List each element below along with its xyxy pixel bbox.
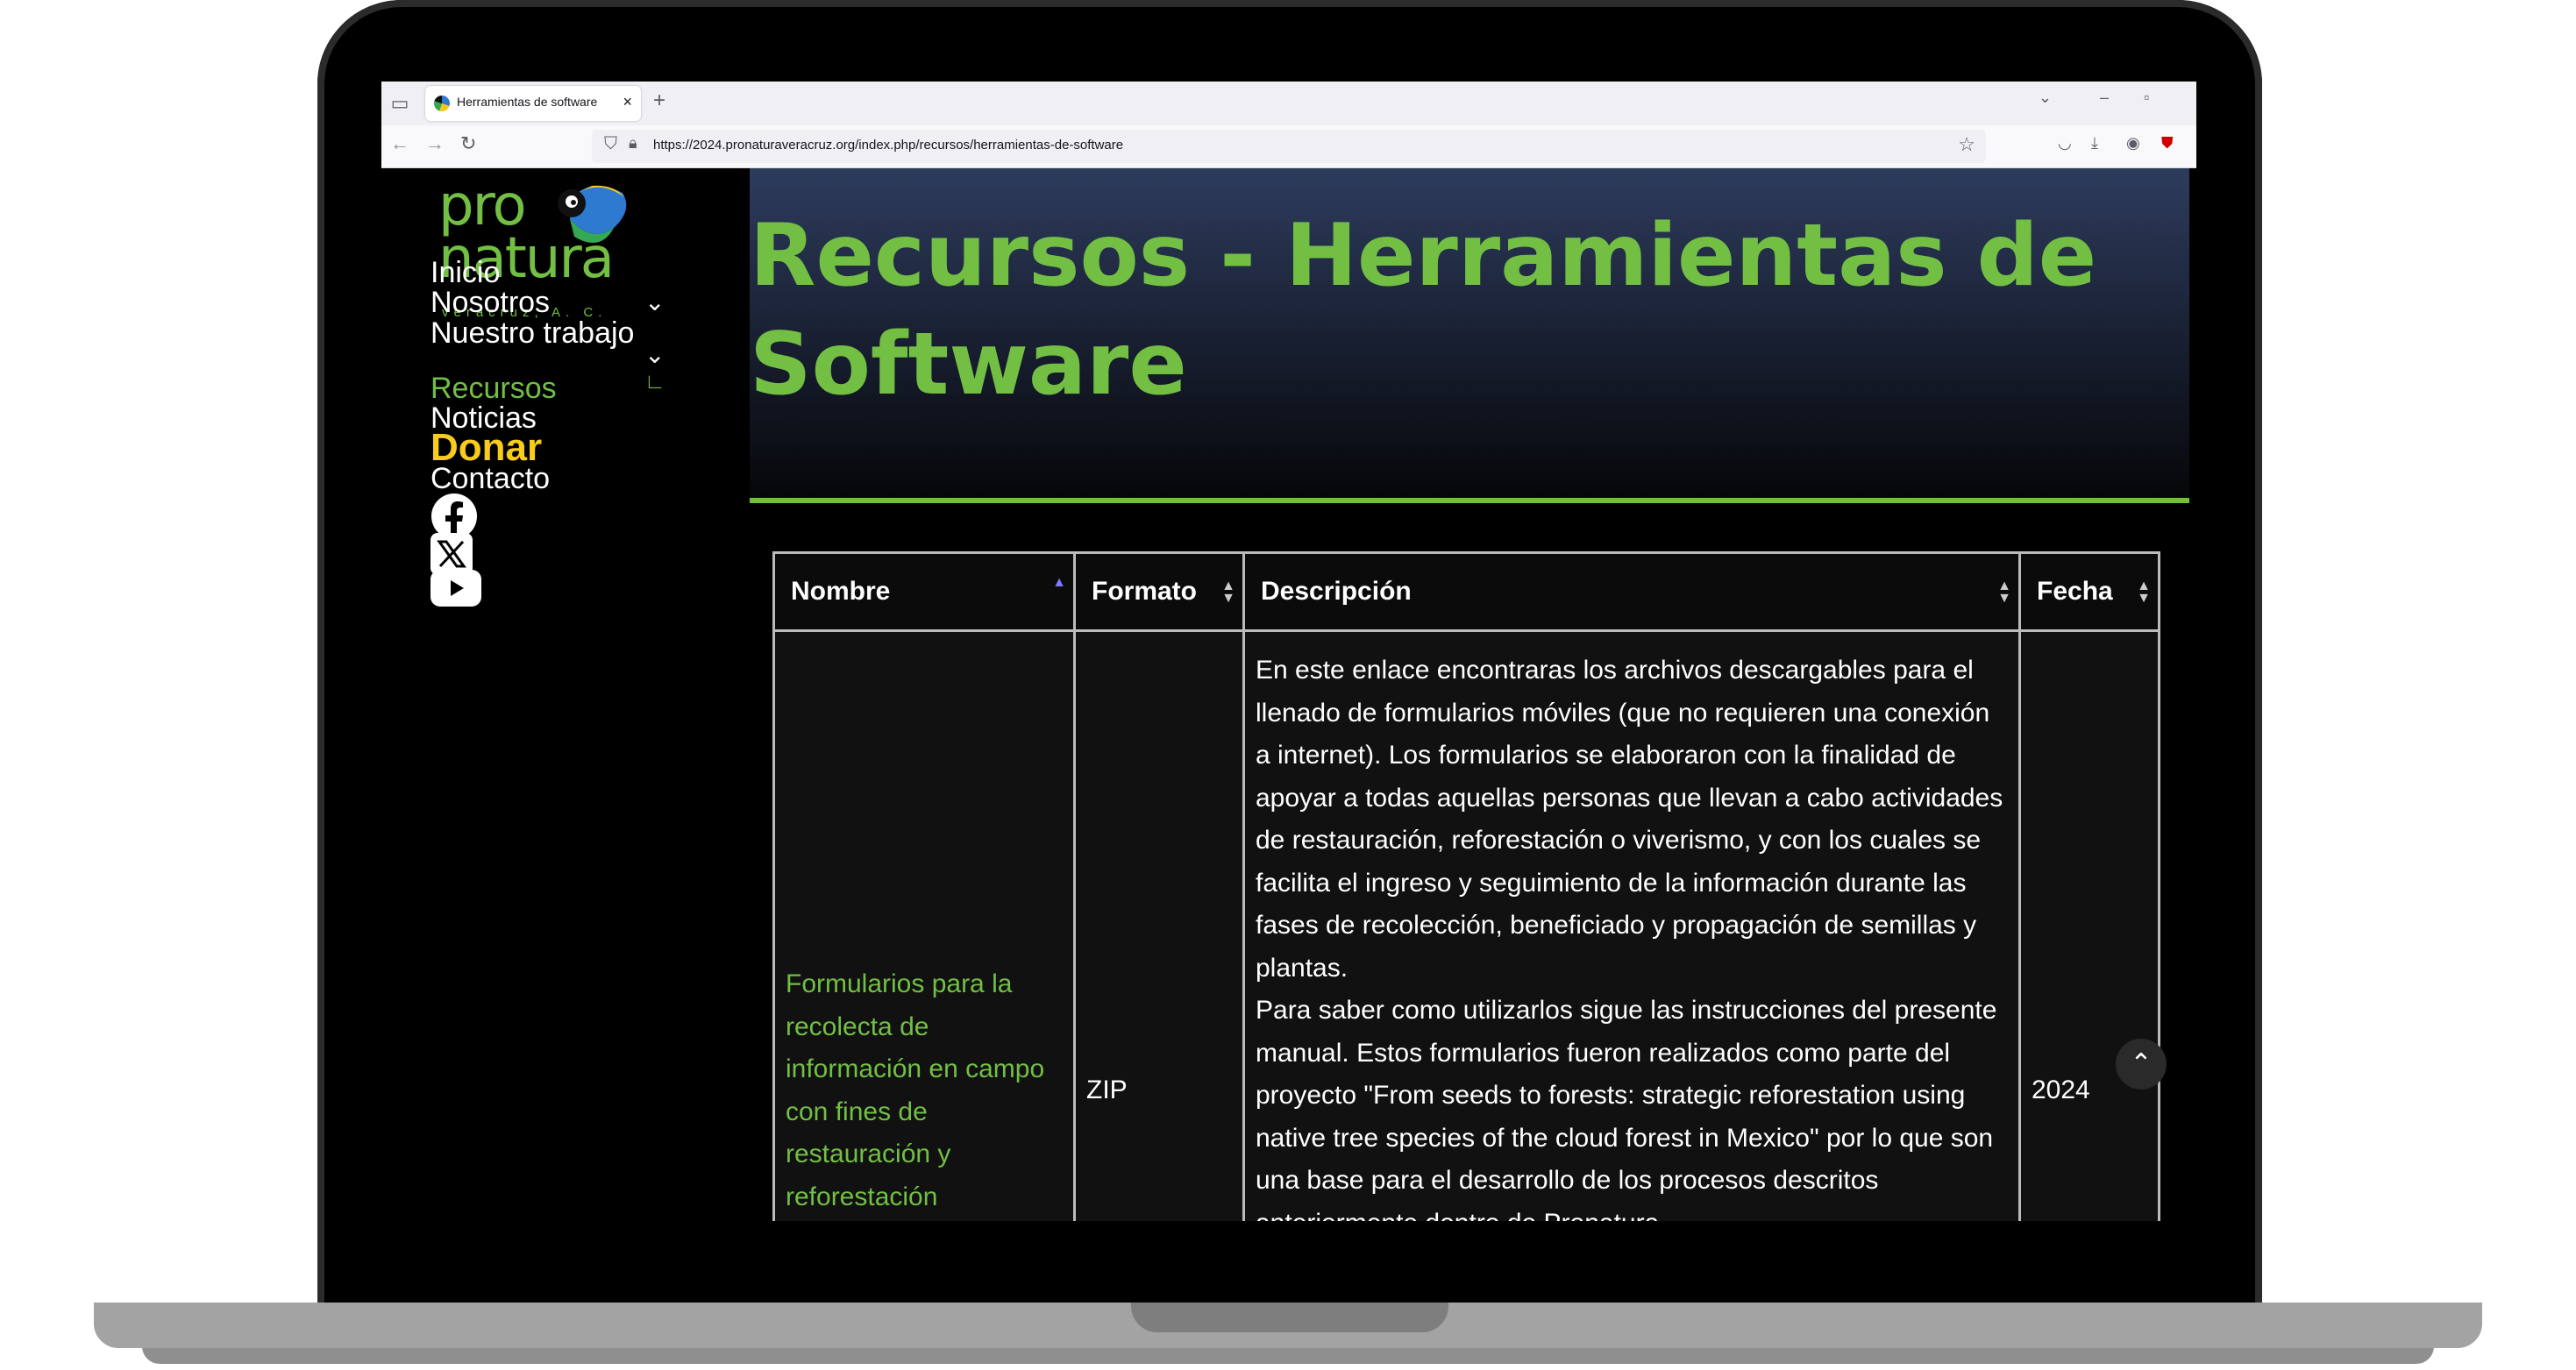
download-icon[interactable]: ⤓ xyxy=(2091,134,2098,153)
account-icon[interactable]: ◉ xyxy=(2126,134,2140,153)
page-title: Recursos - Herramientas de Software xyxy=(750,206,2097,415)
title-divider xyxy=(750,498,2189,503)
sort-icon[interactable]: ▲ ▼ xyxy=(2137,579,2151,606)
sort-ascending-icon[interactable]: ▲ xyxy=(1052,576,1066,590)
laptop-screen: ▭ Herramientas de software × + ⌄ – ▫ ← →… xyxy=(381,82,2196,1221)
sidebar-item-nuestro-trabajo[interactable]: Nuestro trabajo xyxy=(431,316,634,351)
youtube-icon[interactable] xyxy=(431,570,481,607)
minimize-icon[interactable]: – xyxy=(2100,89,2109,107)
page-hero: Recursos - Herramientas de Software xyxy=(750,168,2189,501)
nosotros-chevron-down-icon[interactable]: ⌄ xyxy=(644,287,665,316)
column-header-fecha[interactable]: Fecha ▲ ▼ xyxy=(2018,551,2160,632)
descripcion-paragraph-1: En este enlace encontraras los archivos … xyxy=(1256,656,2003,983)
sidebar-item-contacto[interactable]: Contacto xyxy=(431,462,550,496)
column-header-formato[interactable]: Formato ▲ ▼ xyxy=(1073,551,1245,632)
resources-table: Nombre ▲ Formato ▲▼ Descripción ▲▼ Fec xyxy=(772,551,2160,1221)
column-header-label: Fecha xyxy=(2037,577,2113,606)
table-row: Formularios para la recolecta de informa… xyxy=(772,629,2160,1221)
table-header-row: Nombre ▲ Formato ▲▼ Descripción ▲▼ Fec xyxy=(772,551,2160,632)
sort-icon[interactable]: ▲ ▼ xyxy=(1221,579,1235,606)
browser-tab-bar: ▭ Herramientas de software × + ⌄ – ▫ xyxy=(381,82,2196,125)
chevron-up-icon: ⌃ xyxy=(2130,1049,2153,1078)
browser-nav-bar: ← → ↻ ⛉ 🔒︎ https://2024.pronaturaveracru… xyxy=(381,125,2196,168)
descripcion-paragraph-2: Para saber como utilizarlos sigue las in… xyxy=(1256,996,1997,1221)
scroll-to-top-button[interactable]: ⌃ xyxy=(2116,1039,2167,1090)
laptop-notch xyxy=(1131,1303,1448,1332)
main-content: Recursos - Herramientas de Software Nomb… xyxy=(750,168,2196,1221)
column-header-label: Descripción xyxy=(1261,577,1412,606)
tab-overflow-chevron-icon[interactable]: ⌄ xyxy=(2039,89,2052,107)
web-page: pro natura veracruz, A. C. Inicio Nosotr… xyxy=(381,168,2196,1221)
column-header-nombre[interactable]: Nombre ▲ xyxy=(772,551,1076,632)
nuestro-trabajo-chevron-down-icon[interactable]: ⌄ xyxy=(644,340,665,369)
ublock-icon[interactable]: ⛊ xyxy=(2161,134,2174,153)
bookmark-star-icon[interactable]: ☆ xyxy=(1958,133,1975,156)
sidebar: pro natura veracruz, A. C. Inicio Nosotr… xyxy=(381,168,750,1221)
recursos-submenu-icon[interactable]: ∟ xyxy=(644,370,665,394)
sort-icon[interactable]: ▲ ▼ xyxy=(1997,579,2011,606)
browser-tab[interactable]: Herramientas de software × xyxy=(425,86,641,121)
cell-formato: ZIP xyxy=(1073,629,1245,1221)
cell-descripcion: En este enlace encontraras los archivos … xyxy=(1242,629,2021,1221)
column-header-descripcion[interactable]: Descripción ▲ ▼ xyxy=(1242,551,2021,632)
shield-icon[interactable]: ⛉ xyxy=(604,134,617,154)
back-icon[interactable]: ← xyxy=(390,132,409,155)
x-twitter-icon[interactable] xyxy=(431,533,473,575)
close-tab-icon[interactable]: × xyxy=(623,93,632,111)
cell-fecha: 2024 xyxy=(2018,629,2160,1221)
reload-icon[interactable]: ↻ xyxy=(460,132,476,155)
column-header-label: Formato xyxy=(1092,577,1197,606)
tab-title: Herramientas de software xyxy=(457,95,598,109)
pocket-icon[interactable]: ◡ xyxy=(2058,134,2072,153)
restore-icon[interactable]: ▫ xyxy=(2144,89,2149,107)
toucan-logo-icon xyxy=(558,185,627,244)
url-bar[interactable]: ⛉ 🔒︎ https://2024.pronaturaveracruz.org/… xyxy=(592,130,1986,163)
lock-icon[interactable]: 🔒︎ xyxy=(629,134,637,153)
tab-list-icon[interactable]: ▭ xyxy=(387,90,413,117)
cell-nombre-link[interactable]: Formularios para la recolecta de informa… xyxy=(772,629,1076,1221)
sidebar-item-nosotros[interactable]: Nosotros xyxy=(431,286,550,320)
favicon-icon xyxy=(434,96,450,111)
url-text[interactable]: https://2024.pronaturaveracruz.org/index… xyxy=(653,138,1123,153)
column-header-label: Nombre xyxy=(791,577,891,606)
new-tab-icon[interactable]: + xyxy=(653,89,665,113)
laptop-base-shadow xyxy=(142,1346,2434,1364)
forward-icon[interactable]: → xyxy=(425,132,445,155)
